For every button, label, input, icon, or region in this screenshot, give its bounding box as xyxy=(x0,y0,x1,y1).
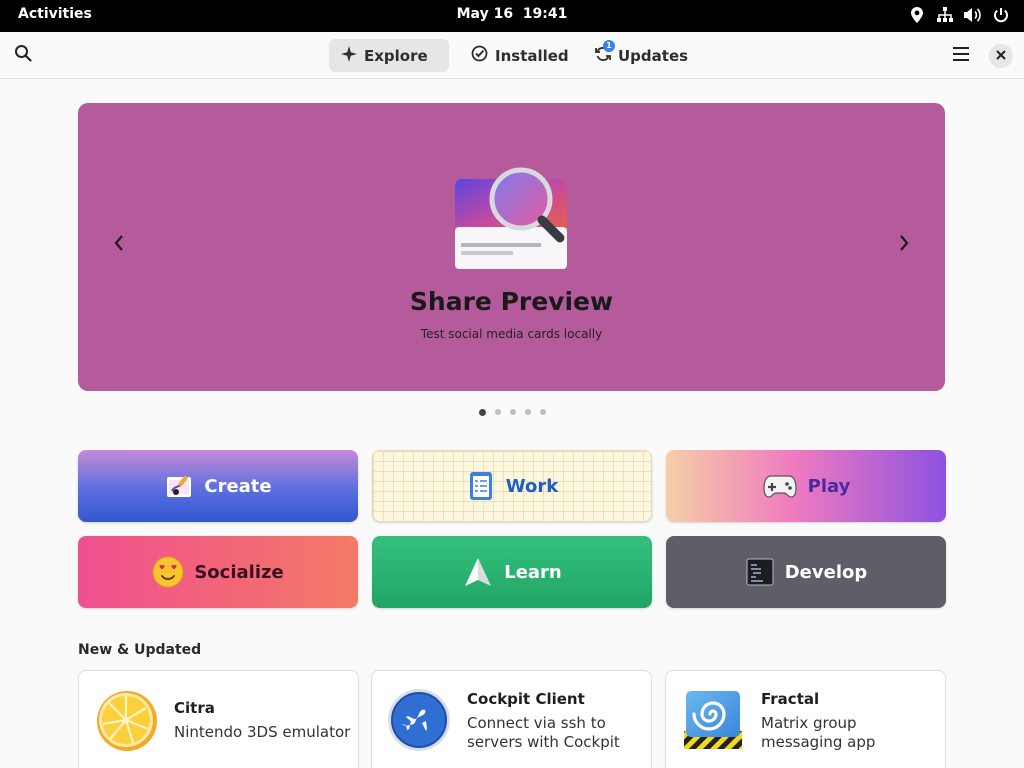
close-icon xyxy=(996,49,1006,64)
activities-button[interactable]: Activities xyxy=(18,6,92,22)
heart-eyes-emoji-icon xyxy=(152,556,184,588)
close-window-button[interactable] xyxy=(989,44,1013,68)
app-name: Fractal xyxy=(761,690,820,708)
updates-count-badge: 1 xyxy=(603,40,615,52)
system-tray[interactable] xyxy=(908,6,1010,24)
app-description: Matrix group messaging app xyxy=(761,714,876,751)
terminal-icon xyxy=(745,557,775,587)
header-bar: Explore Installed 1 Updates xyxy=(0,32,1024,79)
category-create-label: Create xyxy=(204,475,272,497)
category-work-button[interactable]: Work xyxy=(372,450,652,522)
category-learn-label: Learn xyxy=(504,561,562,583)
featured-app-name: Share Preview xyxy=(409,287,614,316)
tab-updates[interactable]: 1 Updates xyxy=(583,39,693,72)
gamepad-icon xyxy=(762,471,798,501)
explore-sparkle-icon xyxy=(341,45,357,66)
top-bar: Activities May 16 19:41 xyxy=(0,0,1024,32)
check-circle-icon xyxy=(471,45,488,66)
power-icon xyxy=(992,6,1010,24)
carousel-page-indicator xyxy=(479,408,546,416)
main-menu-button[interactable] xyxy=(946,40,976,70)
tab-installed[interactable]: Installed xyxy=(459,39,569,72)
citra-orange-icon xyxy=(93,687,159,753)
work-checklist-icon xyxy=(466,471,496,501)
carousel-dot[interactable] xyxy=(510,409,516,415)
volume-icon xyxy=(964,6,982,24)
chevron-left-icon xyxy=(114,235,124,255)
app-card-citra[interactable]: Citra Nintendo 3DS emulator xyxy=(78,670,359,768)
share-preview-app-icon xyxy=(453,165,573,275)
app-card-cockpit-client[interactable]: Cockpit Client Connect via ssh to server… xyxy=(371,670,652,768)
new-updated-heading: New & Updated xyxy=(78,642,202,658)
clock-container: May 16 19:41 xyxy=(0,6,1024,22)
fractal-icon xyxy=(680,687,746,753)
search-icon xyxy=(14,44,32,66)
category-develop-label: Develop xyxy=(784,561,868,583)
category-create-button[interactable]: Create xyxy=(78,450,358,522)
tab-explore[interactable]: Explore xyxy=(329,39,449,72)
location-icon xyxy=(908,6,926,24)
hamburger-menu-icon xyxy=(953,46,969,65)
create-icon xyxy=(164,471,194,501)
category-socialize-button[interactable]: Socialize xyxy=(78,536,358,608)
carousel-dot[interactable] xyxy=(525,409,531,415)
app-card-fractal[interactable]: Fractal Matrix group messaging app xyxy=(665,670,946,768)
paper-plane-icon xyxy=(462,556,494,588)
carousel-previous-button[interactable] xyxy=(107,233,131,257)
category-socialize-label: Socialize xyxy=(194,561,284,583)
featured-app-summary: Test social media cards locally xyxy=(420,327,603,341)
category-work-label: Work xyxy=(505,475,559,497)
app-name: Cockpit Client xyxy=(467,690,585,708)
app-name: Citra xyxy=(174,699,215,717)
cockpit-airplane-icon xyxy=(386,687,452,753)
network-icon xyxy=(936,6,954,24)
clock[interactable]: May 16 19:41 xyxy=(457,6,568,22)
category-play-label: Play xyxy=(807,475,851,497)
featured-carousel[interactable]: Share Preview Test social media cards lo… xyxy=(78,103,945,391)
search-button[interactable] xyxy=(8,40,38,70)
category-develop-button[interactable]: Develop xyxy=(666,536,946,608)
carousel-dot[interactable] xyxy=(495,409,501,415)
carousel-next-button[interactable] xyxy=(892,233,916,257)
category-play-button[interactable]: Play xyxy=(666,450,946,522)
category-learn-button[interactable]: Learn xyxy=(372,536,652,608)
carousel-dot[interactable] xyxy=(479,408,486,416)
carousel-dot[interactable] xyxy=(540,409,546,415)
app-description: Connect via ssh to servers with Cockpit xyxy=(467,714,620,751)
app-description: Nintendo 3DS emulator xyxy=(174,723,351,741)
chevron-right-icon xyxy=(899,235,909,255)
tab-updates-label: Updates xyxy=(618,46,689,65)
tab-installed-label: Installed xyxy=(495,46,569,65)
tab-explore-label: Explore xyxy=(364,46,428,65)
